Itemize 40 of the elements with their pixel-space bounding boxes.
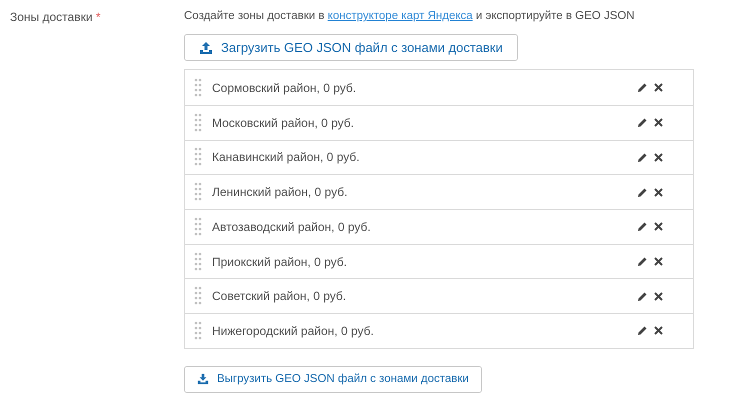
zone-name: Канавинский район, 0 руб.	[212, 149, 361, 166]
pencil-icon[interactable]	[637, 152, 648, 163]
zone-name: Автозаводский район, 0 руб.	[212, 218, 372, 236]
zone-name: Советский район, 0 руб.	[212, 288, 348, 306]
pencil-icon[interactable]	[637, 82, 648, 94]
drag-handle-icon[interactable]	[194, 252, 202, 272]
zone-name: Приокский район, 0 руб.	[212, 254, 348, 271]
zone-name: Сормовский район, 0 руб.	[212, 80, 358, 97]
field-label: Зоны доставки	[10, 10, 93, 24]
help-text: Создайте зоны доставки в конструкторе карт Яндекса и экспортируйте в GEO JSON	[184, 9, 636, 24]
drag-handle-icon[interactable]	[194, 320, 202, 341]
close-icon[interactable]	[654, 83, 663, 92]
drag-handle-icon[interactable]	[194, 112, 202, 133]
drag-handle-icon[interactable]	[194, 216, 202, 237]
close-icon[interactable]	[654, 326, 663, 336]
map-constructor-link[interactable]: конструкторе карт Яндекса	[328, 10, 473, 22]
drag-handle-icon[interactable]	[194, 286, 202, 306]
required-mark: *	[96, 10, 101, 24]
zone-name: Нижегородский район, 0 руб.	[212, 322, 375, 340]
close-icon[interactable]	[654, 152, 663, 162]
close-icon[interactable]	[654, 118, 663, 128]
download-icon	[197, 373, 209, 386]
drag-handle-icon[interactable]	[194, 78, 202, 98]
pencil-icon[interactable]	[637, 290, 648, 302]
close-icon[interactable]	[654, 222, 663, 232]
download-button[interactable]: Выгрузить GEO JSON файл с зонами доставки	[184, 366, 482, 393]
pencil-icon[interactable]	[637, 186, 648, 198]
close-icon[interactable]	[654, 188, 663, 197]
pencil-icon[interactable]	[637, 221, 648, 232]
upload-icon	[199, 40, 213, 55]
drag-handle-icon[interactable]	[194, 147, 202, 168]
pencil-icon[interactable]	[637, 256, 648, 268]
pencil-icon[interactable]	[637, 117, 648, 128]
drag-handle-icon[interactable]	[194, 182, 202, 202]
zone-name: Московский район, 0 руб.	[212, 114, 356, 132]
close-icon[interactable]	[654, 257, 663, 266]
pencil-icon[interactable]	[637, 325, 648, 336]
close-icon[interactable]	[654, 292, 663, 301]
upload-button[interactable]: Загрузить GEO JSON файл с зонами доставки	[184, 34, 518, 62]
zone-name: Ленинский район, 0 руб.	[212, 184, 348, 202]
